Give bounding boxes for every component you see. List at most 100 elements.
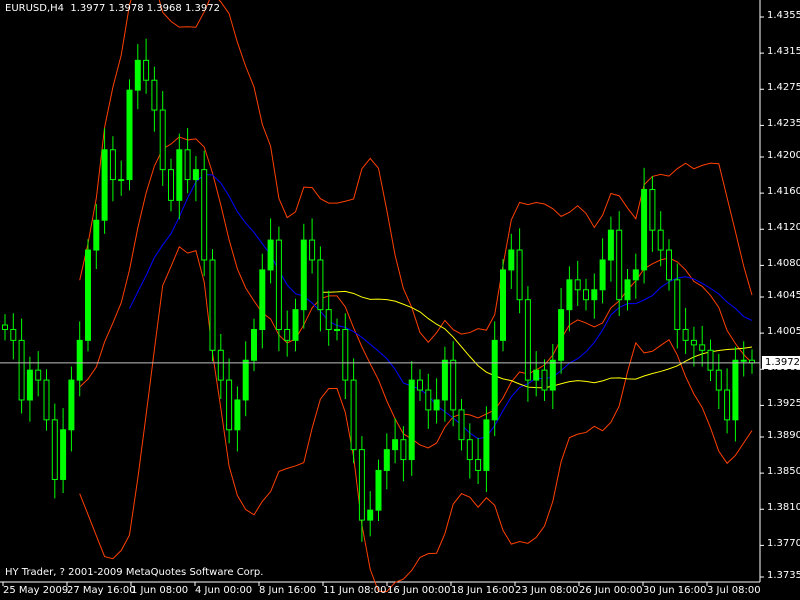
bull-candle xyxy=(251,329,257,361)
bull-candle xyxy=(641,189,648,271)
bull-candle xyxy=(118,179,125,182)
bear-candle xyxy=(649,189,656,231)
bear-candle xyxy=(583,289,589,301)
bull-candle xyxy=(483,419,490,471)
time-tick-label: 11 Jun 08:00 xyxy=(323,585,387,596)
bull-candle xyxy=(549,359,556,391)
bear-candle xyxy=(159,109,166,171)
price-chart[interactable] xyxy=(0,0,800,600)
bull-candle xyxy=(607,229,614,261)
price-tick-label: 1.4275 xyxy=(767,82,800,94)
bear-candle xyxy=(475,459,482,471)
bull-candle xyxy=(732,359,739,421)
bull-candle xyxy=(441,359,448,401)
bear-candle xyxy=(151,79,158,111)
bull-candle xyxy=(558,309,565,361)
bull-candle xyxy=(292,309,299,341)
bull-candle xyxy=(68,379,75,431)
close-value: 1.3972 xyxy=(184,3,220,14)
chart-window[interactable]: EURUSD,H4 1.3977 1.3978 1.3968 1.3972 HY… xyxy=(0,0,800,600)
bear-candle xyxy=(690,339,697,346)
high-value: 1.3978 xyxy=(108,3,144,14)
time-tick-label: 4 Jun 00:00 xyxy=(195,585,253,596)
bull-candle xyxy=(533,369,540,381)
bear-candle xyxy=(458,409,465,441)
bear-candle xyxy=(715,369,722,391)
bull-candle xyxy=(242,359,249,401)
bull-candle xyxy=(334,329,340,332)
bull-candle xyxy=(433,399,440,411)
bear-candle xyxy=(325,309,332,331)
bear-candle xyxy=(51,419,58,480)
bear-candle xyxy=(143,59,150,81)
bull-candle xyxy=(624,279,631,301)
bull-candle xyxy=(192,169,199,181)
bear-candle xyxy=(43,379,50,421)
bear-candle xyxy=(217,349,224,381)
bear-candle xyxy=(168,169,174,201)
bear-candle xyxy=(574,279,581,291)
bear-candle xyxy=(699,344,706,351)
bear-candle xyxy=(616,229,623,301)
price-tick-label: 1.4005 xyxy=(767,326,800,338)
time-tick-label: 1 Jun 08:00 xyxy=(131,585,189,596)
time-tick-label: 23 Jun 08:00 xyxy=(515,585,579,596)
bull-candle xyxy=(76,339,83,381)
time-tick-label: 30 Jun 16:00 xyxy=(643,585,707,596)
price-tick-label: 1.4315 xyxy=(767,46,800,58)
price-tick-label: 1.4235 xyxy=(767,118,800,130)
price-tick-label: 1.4120 xyxy=(767,222,800,234)
price-tick-label: 1.3850 xyxy=(767,466,800,478)
bear-candle xyxy=(209,259,216,351)
bollinger-lower-band xyxy=(79,245,753,593)
bear-candle xyxy=(317,259,324,311)
bear-candle xyxy=(666,249,672,281)
time-tick-label: 16 Jun 00:00 xyxy=(387,585,451,596)
bear-candle xyxy=(707,349,714,371)
bear-candle xyxy=(275,239,282,331)
bear-candle xyxy=(524,299,531,381)
price-tick-label: 1.4080 xyxy=(767,258,800,270)
bull-candle xyxy=(101,149,108,221)
chart-title: EURUSD,H4 1.3977 1.3978 1.3968 1.3972 xyxy=(5,3,220,14)
price-tick-label: 1.3925 xyxy=(767,398,800,410)
bear-candle xyxy=(466,439,473,461)
bull-candle xyxy=(740,359,747,362)
bear-candle xyxy=(657,229,664,251)
bear-candle xyxy=(201,169,208,261)
current-price-label: 1.3972 xyxy=(762,356,800,369)
bear-candle xyxy=(400,439,407,461)
bull-candle xyxy=(300,239,307,311)
bear-candle xyxy=(10,329,17,341)
price-tick-label: 1.3770 xyxy=(767,538,800,550)
bear-candle xyxy=(35,369,42,381)
bear-candle xyxy=(541,369,548,391)
bear-candle xyxy=(109,149,116,181)
bear-candle xyxy=(309,239,316,261)
bear-candle xyxy=(350,379,357,451)
price-tick-label: 1.4160 xyxy=(767,186,800,198)
price-tick-label: 1.3810 xyxy=(767,502,800,514)
bull-candle xyxy=(234,399,241,431)
symbol-label: EURUSD,H4 xyxy=(5,3,65,14)
bear-candle xyxy=(674,279,681,331)
open-value: 1.3977 xyxy=(70,3,106,14)
bull-candle xyxy=(85,249,91,341)
price-tick-label: 1.4045 xyxy=(767,290,800,301)
bull-candle xyxy=(591,289,598,301)
bull-candle xyxy=(259,269,266,331)
bull-candle xyxy=(392,439,399,451)
bear-candle xyxy=(342,329,349,381)
bull-candle xyxy=(367,509,374,521)
bear-candle xyxy=(358,449,365,521)
time-tick-label: 8 Jun 16:00 xyxy=(259,585,317,596)
bull-candle xyxy=(566,279,573,311)
bull-candle xyxy=(267,239,274,271)
bear-candle xyxy=(724,389,731,421)
bear-candle xyxy=(284,329,291,341)
price-tick-label: 1.4200 xyxy=(767,150,800,161)
bear-candle xyxy=(450,359,457,411)
bear-candle xyxy=(2,324,8,331)
bear-candle xyxy=(516,249,523,301)
bear-candle xyxy=(417,379,423,391)
